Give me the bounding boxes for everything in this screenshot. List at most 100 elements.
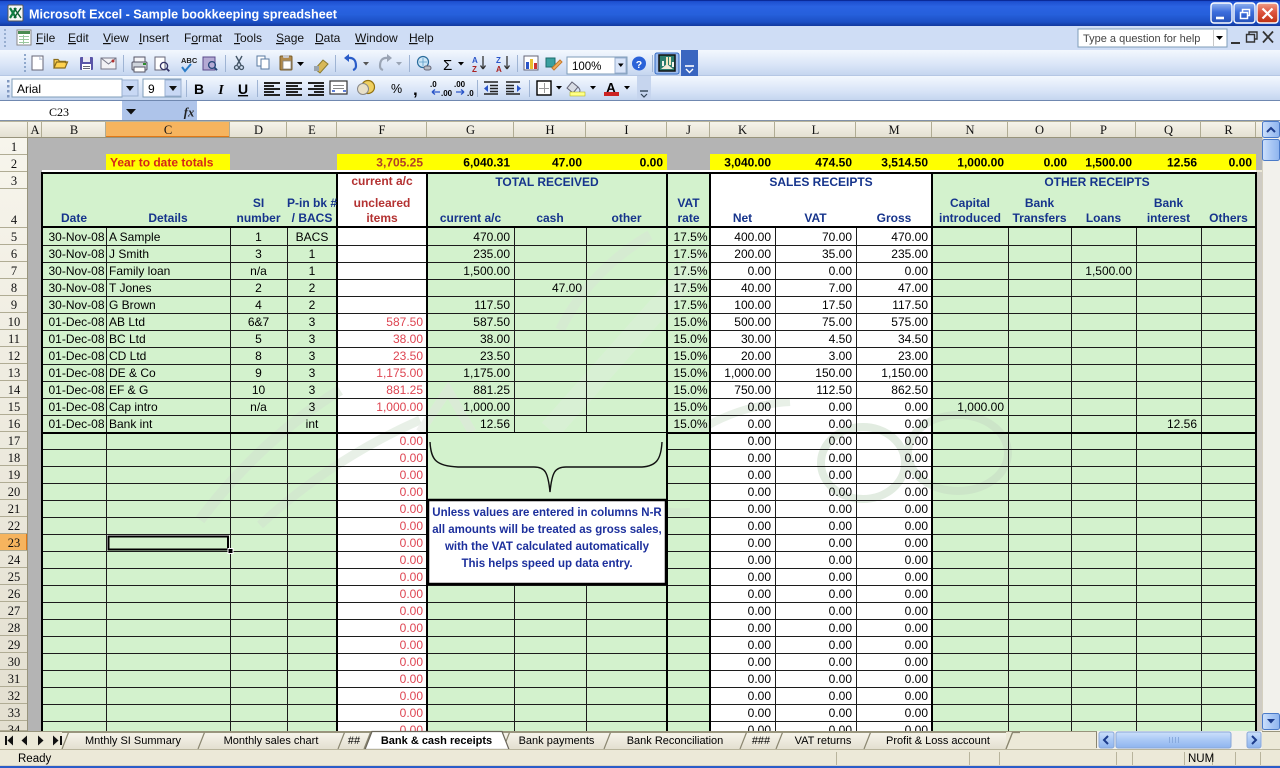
svg-text:100.00: 100.00 (734, 298, 771, 312)
svg-text:1: 1 (255, 230, 262, 244)
svg-text:28: 28 (8, 621, 21, 635)
svg-text:235.00: 235.00 (473, 247, 510, 261)
svg-text:1,000.00: 1,000.00 (957, 156, 1004, 170)
svg-text:Monthly sales chart: Monthly sales chart (224, 735, 319, 747)
svg-text:10: 10 (8, 315, 21, 329)
svg-text:P-in bk #: P-in bk # (287, 196, 337, 210)
svg-text:A: A (30, 123, 39, 137)
svg-text:47.00: 47.00 (552, 281, 582, 295)
svg-text:BACS: BACS (296, 230, 329, 244)
svg-text:0.00: 0.00 (748, 400, 772, 414)
svg-text:474.50: 474.50 (815, 156, 852, 170)
svg-text:Cap intro: Cap intro (109, 400, 158, 414)
svg-text:0.00: 0.00 (829, 468, 853, 482)
svg-text:0.00: 0.00 (748, 536, 772, 550)
svg-text:100%: 100% (572, 61, 601, 73)
svg-text:0.00: 0.00 (829, 655, 853, 669)
svg-text:0.00: 0.00 (748, 672, 772, 686)
svg-text:4.50: 4.50 (829, 332, 853, 346)
svg-text:introduced: introduced (939, 211, 1001, 225)
svg-text:1,000.00: 1,000.00 (724, 366, 771, 380)
svg-text:,: , (413, 80, 418, 99)
svg-text:3: 3 (309, 366, 316, 380)
svg-text:12.56: 12.56 (1167, 156, 1197, 170)
svg-text:O: O (1035, 123, 1044, 137)
svg-text:17.5%: 17.5% (673, 230, 707, 244)
svg-text:0.00: 0.00 (400, 468, 424, 482)
svg-text:01-Dec-08: 01-Dec-08 (48, 315, 104, 329)
svg-text:Loans: Loans (1086, 211, 1122, 225)
svg-text:current a/c: current a/c (440, 211, 502, 225)
svg-text:4: 4 (11, 213, 18, 227)
svg-text:A Sample: A Sample (109, 230, 161, 244)
svg-text:13: 13 (8, 366, 21, 380)
svg-text:3: 3 (309, 315, 316, 329)
svg-text:0.00: 0.00 (400, 485, 424, 499)
svg-text:6&7: 6&7 (248, 315, 270, 329)
svg-text:200.00: 200.00 (734, 247, 771, 261)
svg-text:L: L (812, 123, 820, 137)
svg-text:Z: Z (496, 56, 501, 65)
svg-text:5: 5 (11, 230, 17, 244)
svg-text:I: I (624, 123, 628, 137)
svg-text:0.00: 0.00 (400, 451, 424, 465)
svg-text:11: 11 (8, 332, 20, 346)
svg-text:881.25: 881.25 (473, 383, 510, 397)
svg-text:D: D (254, 123, 263, 137)
svg-text:Transfers: Transfers (1012, 211, 1066, 225)
svg-text:0.00: 0.00 (748, 502, 772, 516)
svg-text:0.00: 0.00 (829, 502, 853, 516)
svg-text:117.50: 117.50 (474, 298, 510, 312)
svg-text:0.00: 0.00 (905, 570, 929, 584)
svg-text:3: 3 (309, 349, 316, 363)
svg-text:N: N (965, 123, 974, 137)
svg-text:%: % (391, 82, 402, 96)
svg-text:23.50: 23.50 (393, 349, 423, 363)
svg-text:Sage: Sage (276, 31, 304, 45)
svg-text:3: 3 (11, 174, 17, 188)
svg-text:881.25: 881.25 (386, 383, 423, 397)
svg-text:117.50: 117.50 (892, 298, 928, 312)
svg-text:Unless values are entered in c: Unless values are entered in columns N-R (432, 507, 662, 519)
svg-text:0.00: 0.00 (748, 689, 772, 703)
svg-text:0.00: 0.00 (905, 587, 929, 601)
svg-text:0.00: 0.00 (400, 706, 424, 720)
svg-text:0.00: 0.00 (748, 706, 772, 720)
svg-text:View: View (103, 31, 129, 45)
svg-text:0.00: 0.00 (905, 604, 929, 618)
svg-text:112.50: 112.50 (816, 383, 852, 397)
svg-text:I: I (217, 83, 224, 98)
svg-text:15.0%: 15.0% (673, 366, 707, 380)
svg-text:17.5%: 17.5% (673, 247, 707, 261)
svg-text:0.00: 0.00 (905, 451, 929, 465)
svg-text:75.00: 75.00 (822, 315, 852, 329)
svg-text:0.00: 0.00 (905, 689, 929, 703)
svg-text:1,500.00: 1,500.00 (1085, 156, 1132, 170)
svg-text:21: 21 (8, 502, 21, 516)
svg-text:587.50: 587.50 (386, 315, 423, 329)
svg-text:30-Nov-08: 30-Nov-08 (48, 281, 104, 295)
svg-text:0.00: 0.00 (640, 156, 664, 170)
svg-text:0.00: 0.00 (905, 519, 929, 533)
svg-text:20: 20 (8, 485, 21, 499)
svg-text:Edit: Edit (68, 31, 89, 45)
svg-text:0.00: 0.00 (905, 502, 929, 516)
svg-text:6: 6 (11, 247, 17, 261)
svg-text:4: 4 (255, 298, 262, 312)
svg-text:3: 3 (309, 332, 316, 346)
svg-text:M: M (888, 123, 899, 137)
svg-text:2: 2 (309, 281, 316, 295)
svg-text:interest: interest (1147, 211, 1190, 225)
svg-text:0.00: 0.00 (400, 519, 424, 533)
svg-text:Format: Format (184, 31, 223, 45)
svg-text:0.00: 0.00 (829, 417, 853, 431)
svg-text:.0: .0 (430, 80, 437, 89)
svg-text:1,000.00: 1,000.00 (957, 400, 1004, 414)
svg-text:17.5%: 17.5% (673, 298, 707, 312)
svg-text:38.00: 38.00 (393, 332, 423, 346)
svg-text:Tools: Tools (234, 31, 262, 45)
svg-text:23: 23 (8, 536, 21, 550)
svg-text:0.00: 0.00 (748, 434, 772, 448)
svg-text:0.00: 0.00 (905, 485, 929, 499)
svg-text:BC Ltd: BC Ltd (109, 332, 146, 346)
